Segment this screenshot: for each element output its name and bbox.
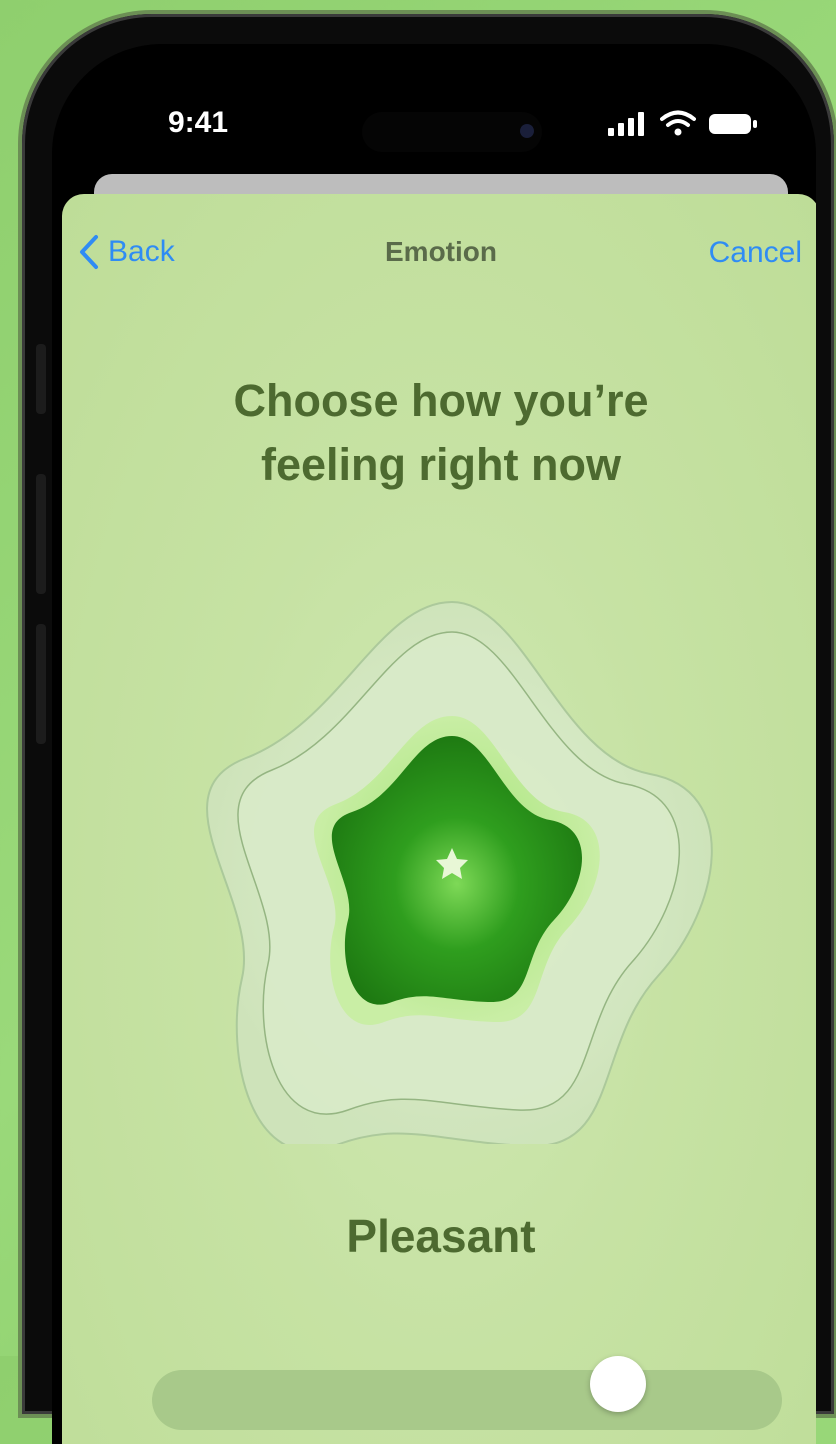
signal-icon: [608, 112, 644, 136]
page-title-line-2: feeling right now: [261, 439, 621, 490]
status-time: 9:41: [168, 106, 229, 139]
camera-icon: [520, 124, 534, 138]
slider-thumb[interactable]: [590, 1356, 647, 1412]
phone-volume-down-button: [36, 624, 46, 744]
phone-volume-up-button: [36, 474, 46, 594]
page-title-line-1: Choose how you’re: [233, 375, 649, 426]
battery-icon: [709, 114, 757, 134]
navigation-bar: Back Emotion Cancel: [62, 234, 816, 284]
star-icon: [206, 600, 713, 1152]
emotion-label: Pleasant: [346, 1210, 536, 1262]
wifi-icon: [660, 110, 696, 136]
phone-frame: 9:41 Back Emotion Cancel Choose how you’…: [22, 14, 834, 1444]
dynamic-island: [362, 112, 542, 152]
status-icons: [608, 110, 758, 136]
emotion-visual: [172, 584, 732, 1152]
status-bar: 9:41: [52, 44, 816, 194]
emotion-slider[interactable]: [152, 1356, 782, 1430]
emotion-sheet: Back Emotion Cancel Choose how you’re fe…: [62, 194, 816, 1444]
nav-title: Emotion: [385, 236, 497, 267]
cancel-button[interactable]: Cancel: [709, 236, 802, 270]
phone-screen: 9:41 Back Emotion Cancel Choose how you’…: [52, 44, 816, 1444]
phone-side-button: [36, 344, 46, 414]
page-title: Choose how you’re feeling right now: [62, 369, 816, 497]
